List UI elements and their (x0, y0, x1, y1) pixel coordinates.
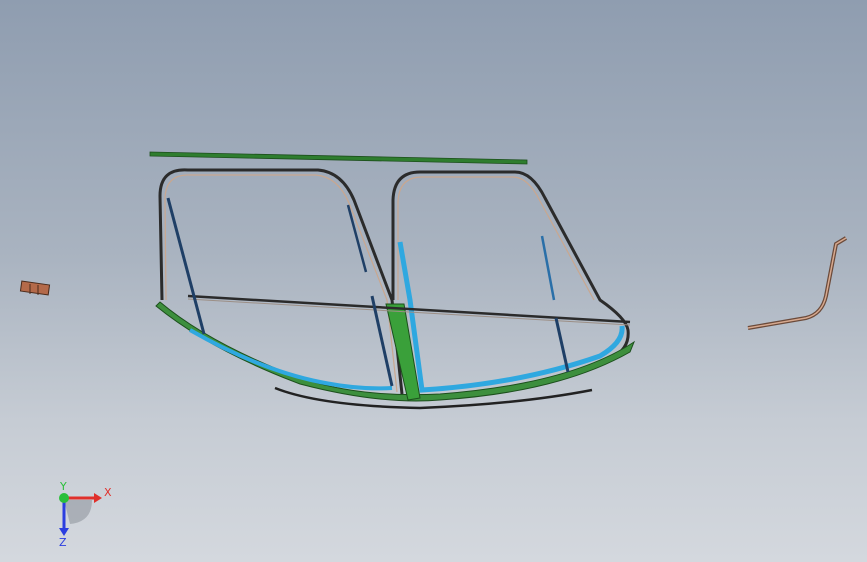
y-axis-origin-icon (59, 493, 69, 503)
copper-bracket-left[interactable] (19, 280, 51, 296)
left-panel-frame-inner (164, 174, 398, 393)
windshield-frame-assembly[interactable] (0, 0, 867, 562)
cad-viewport[interactable]: X Y Z (0, 0, 867, 562)
right-panel-frame[interactable] (391, 170, 630, 360)
right-vertical-strut[interactable] (540, 235, 556, 301)
z-axis-label: Z (59, 536, 67, 548)
triad-shadow (64, 500, 92, 524)
top-green-rail[interactable] (149, 151, 528, 165)
z-axis-arrow-icon (59, 528, 69, 536)
copper-rail-right-highlight (747, 237, 847, 329)
axis-triad: X Y Z (59, 480, 112, 548)
right-lower-strut[interactable] (554, 317, 570, 373)
right-panel-frame-inner (397, 176, 595, 301)
x-axis-arrow-icon (94, 493, 102, 503)
left-panel-frame[interactable] (158, 168, 404, 395)
copper-rail-right[interactable] (747, 236, 848, 330)
y-axis-label: Y (59, 480, 67, 493)
x-axis-label: X (104, 486, 112, 499)
